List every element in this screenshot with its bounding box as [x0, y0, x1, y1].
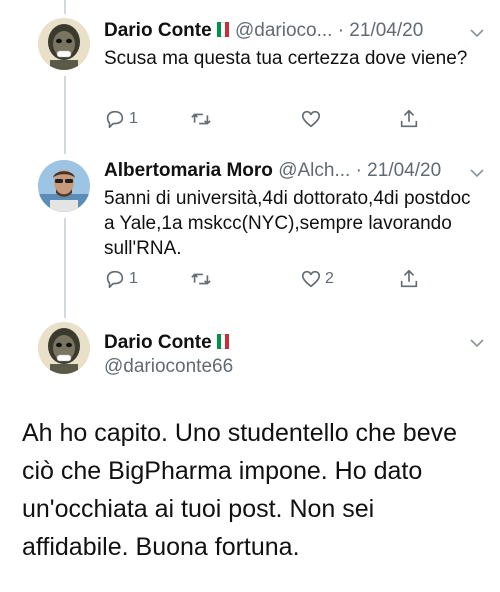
focused-tweet[interactable]: Dario Conte @darioconte66 Ah ho capito. … [0, 0, 500, 592]
tweet-header: Dario Conte [104, 330, 486, 356]
italy-flag-icon [216, 331, 230, 349]
avatar[interactable] [38, 322, 90, 374]
author-handle[interactable]: @darioconte66 [104, 356, 233, 378]
chevron-down-icon[interactable] [470, 338, 484, 348]
author-name[interactable]: Dario Conte [104, 332, 212, 353]
focused-tweet-text: Ah ho capito. Uno studentello che beve c… [22, 419, 458, 561]
